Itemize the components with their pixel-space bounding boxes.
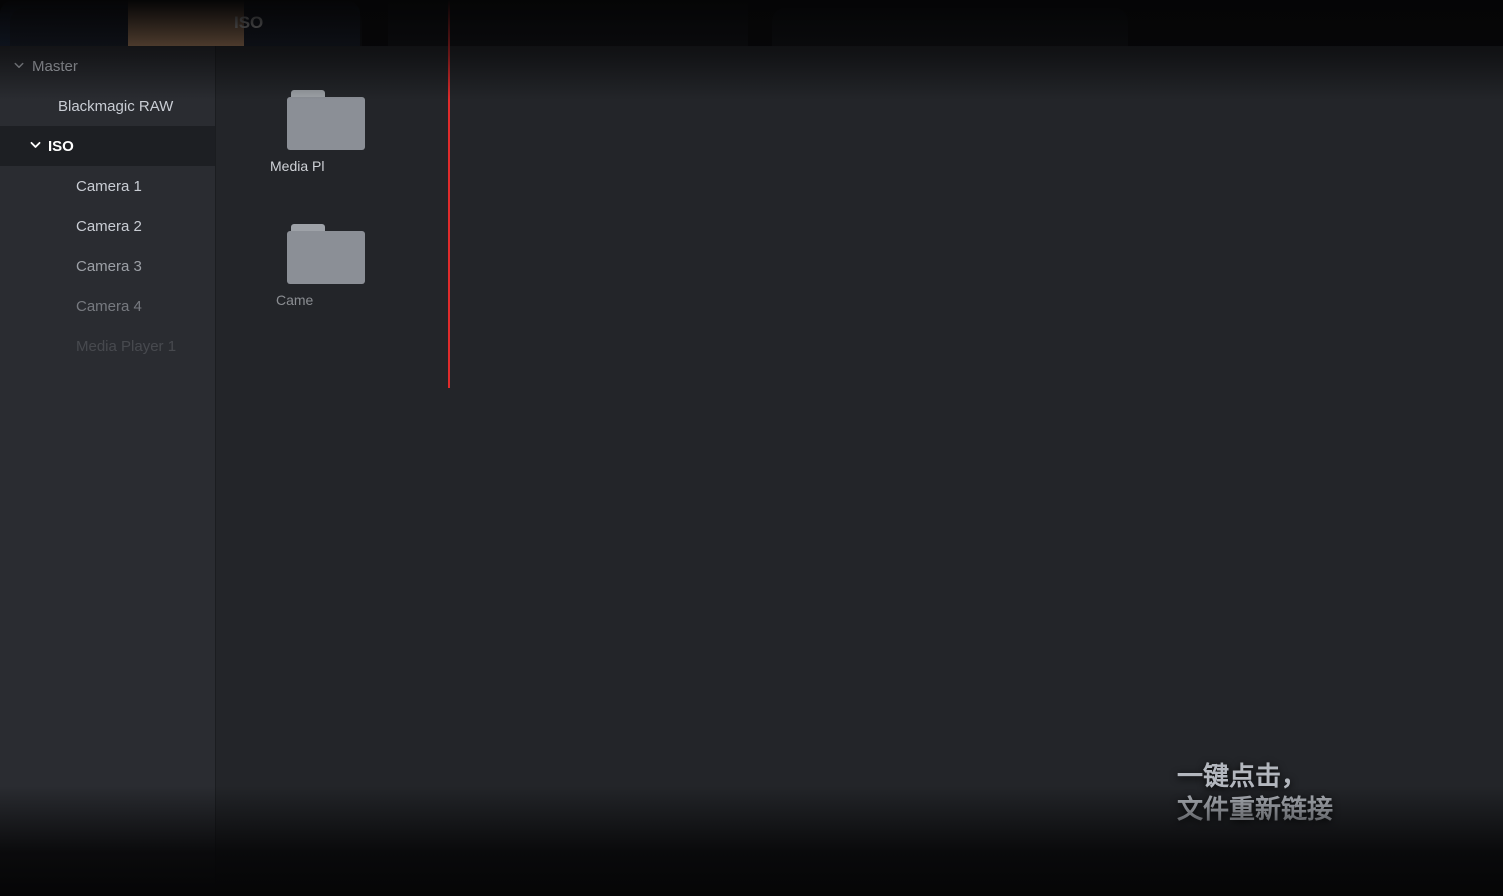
media-thumbnail-grid: Media Pl Came: [216, 410, 360, 830]
playhead[interactable]: [448, 0, 450, 388]
media-manager-panel: ISO Master Blackmagic RAW ISO Camera 1: [0, 410, 360, 830]
media-bin-tree: Master Blackmagic RAW ISO Camera 1 Camer…: [0, 410, 216, 830]
media-caption-line2: 文件重新链接: [1177, 793, 1333, 826]
media-caption: 一键点击， 文件重新链接: [1177, 760, 1333, 825]
media-caption-line1: 一键点击，: [1177, 760, 1333, 793]
poster-canvas: Project Server Create Project Library Re…: [0, 0, 1503, 896]
